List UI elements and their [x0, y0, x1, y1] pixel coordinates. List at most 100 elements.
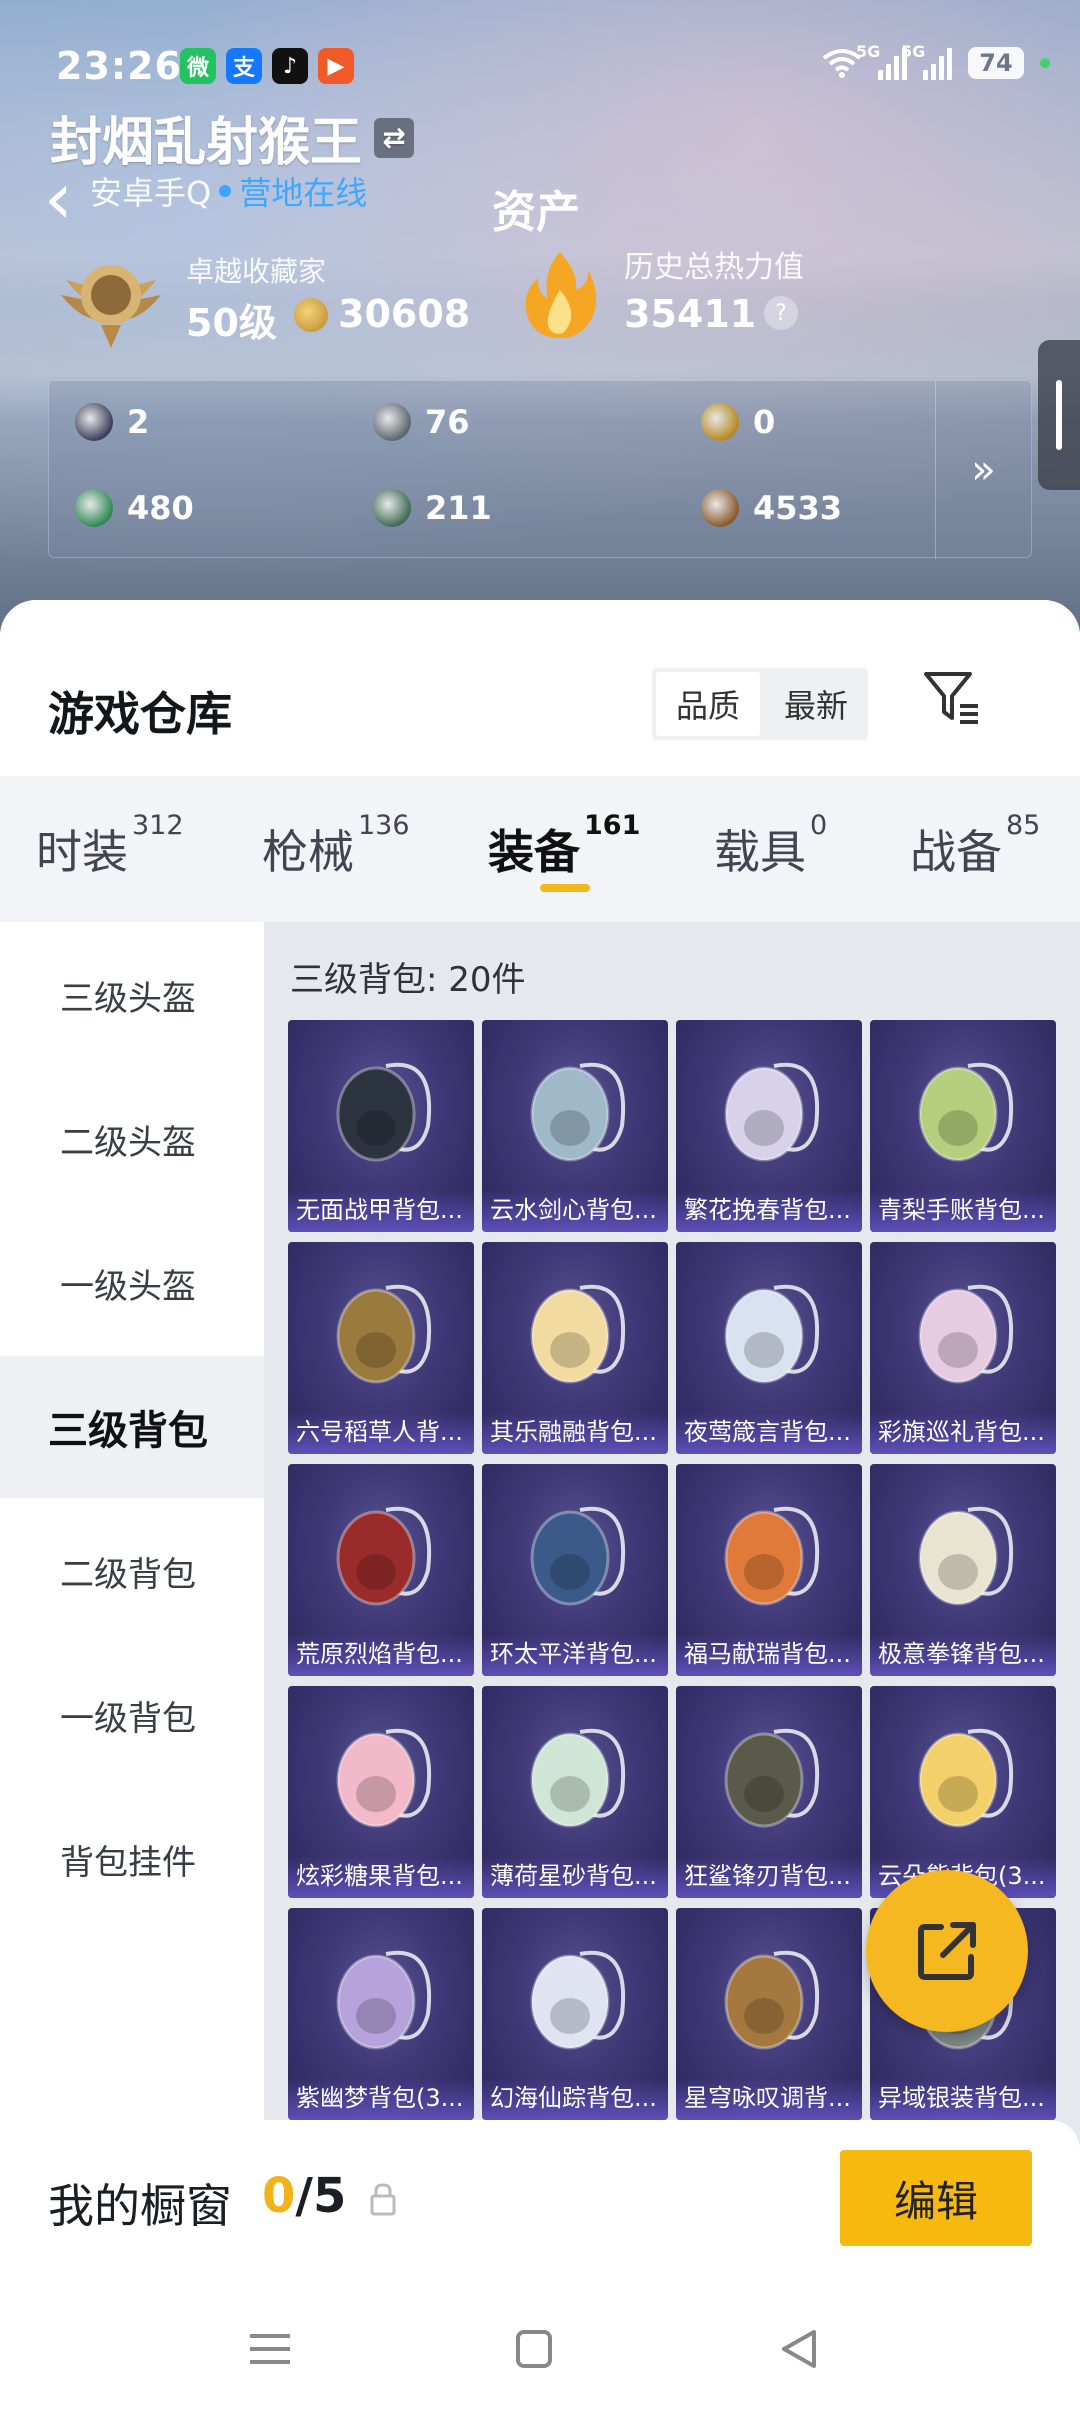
- item-name: 星穹咏叹调背...: [676, 2078, 862, 2120]
- asset-icon: [75, 489, 113, 527]
- asset-item[interactable]: 211: [373, 489, 492, 527]
- backpack-item-card[interactable]: 福马献瑞背包...: [676, 1464, 862, 1676]
- switch-account-icon[interactable]: ⇄: [374, 117, 415, 158]
- menu-icon[interactable]: [240, 2324, 300, 2374]
- asset-summary-panel: 2 76 0 480 211 4533 »: [48, 380, 1032, 559]
- app-notification-icon: 支: [226, 48, 262, 84]
- coin-icon: [294, 298, 328, 332]
- collector-stat: 卓越收藏家 50级 30608: [56, 240, 476, 360]
- more-assets-button[interactable]: »: [935, 381, 1031, 559]
- sort-quality-button[interactable]: 品质: [656, 672, 760, 736]
- subcategory-item[interactable]: 三级背包: [0, 1356, 264, 1498]
- backpack-icon: [724, 1284, 819, 1384]
- sort-toggle: 品质 最新: [652, 668, 868, 740]
- flame-icon: [525, 252, 597, 338]
- group-title: 三级背包: 20件: [290, 960, 526, 1000]
- backpack-icon: [530, 1284, 625, 1384]
- subcategory-item[interactable]: 三级头盔: [0, 924, 264, 1066]
- backpack-icon: [724, 1950, 819, 2050]
- notification-icons: 微支 ♪ ▶: [180, 48, 354, 84]
- backpack-item-card[interactable]: 六号稻草人背...: [288, 1242, 474, 1454]
- subcategory-item[interactable]: 一级背包: [0, 1644, 264, 1786]
- heat-label: 历史总热力值: [624, 250, 804, 285]
- share-icon: [918, 1922, 976, 1980]
- username: 封烟乱射猴王 ⇄: [50, 100, 415, 175]
- tab-guns[interactable]: 枪械 136: [262, 810, 410, 882]
- heat-value: 35411: [624, 292, 757, 336]
- username-text: 封烟乱射猴王: [50, 113, 363, 173]
- tab-supplies[interactable]: 战备 85: [910, 810, 1040, 882]
- backpack-item-card[interactable]: 荒原烈焰背包...: [288, 1464, 474, 1676]
- backpack-icon: [336, 1728, 431, 1828]
- item-name: 极意拳锋背包...: [870, 1634, 1056, 1676]
- item-name: 环太平洋背包...: [482, 1634, 668, 1676]
- subcategory-item[interactable]: 二级背包: [0, 1500, 264, 1642]
- backpack-item-card[interactable]: 无面战甲背包...: [288, 1020, 474, 1232]
- filter-icon[interactable]: [920, 666, 984, 730]
- asset-icon: [701, 403, 739, 441]
- share-button[interactable]: [866, 1870, 1028, 2032]
- backpack-item-card[interactable]: 青梨手账背包...: [870, 1020, 1056, 1232]
- backpack-item-card[interactable]: 云水剑心背包...: [482, 1020, 668, 1232]
- backpack-item-card[interactable]: 极意拳锋背包...: [870, 1464, 1056, 1676]
- item-name: 荒原烈焰背包...: [288, 1634, 474, 1676]
- app-notification-icon: ▶: [318, 48, 354, 84]
- asset-value: 480: [127, 489, 194, 527]
- system-navigation-bar: [0, 2280, 1080, 2412]
- tab-vehicles[interactable]: 载具 0: [714, 810, 827, 882]
- backpack-item-card[interactable]: 幻海仙踪背包...: [482, 1908, 668, 2120]
- backpack-item-card[interactable]: 炫彩糖果背包...: [288, 1686, 474, 1898]
- backpack-item-card[interactable]: 夜莺箴言背包...: [676, 1242, 862, 1454]
- subcategory-item[interactable]: 二级头盔: [0, 1068, 264, 1210]
- asset-item[interactable]: 0: [701, 403, 775, 441]
- asset-item[interactable]: 2: [75, 403, 149, 441]
- back-icon[interactable]: [770, 2324, 830, 2374]
- item-name: 云水剑心背包...: [482, 1190, 668, 1232]
- privacy-indicator-icon: [1040, 58, 1050, 68]
- collector-label: 卓越收藏家: [186, 255, 327, 288]
- app-notification-icon: 微: [180, 48, 216, 84]
- tab-fashion[interactable]: 时装 312: [36, 810, 184, 882]
- asset-icon: [701, 489, 739, 527]
- help-icon[interactable]: ?: [764, 296, 798, 330]
- side-drawer-handle[interactable]: [1038, 340, 1080, 490]
- asset-value: 76: [425, 403, 470, 441]
- sort-newest-button[interactable]: 最新: [764, 668, 868, 740]
- asset-item[interactable]: 76: [373, 403, 470, 441]
- item-name: 炫彩糖果背包...: [288, 1856, 474, 1898]
- backpack-icon: [918, 1728, 1013, 1828]
- tab-equipment[interactable]: 装备 161: [488, 810, 640, 882]
- asset-item[interactable]: 4533: [701, 489, 842, 527]
- backpack-item-card[interactable]: 紫幽梦背包(3...: [288, 1908, 474, 2120]
- backpack-item-card[interactable]: 薄荷星砂背包...: [482, 1686, 668, 1898]
- subcategory-item[interactable]: 背包挂件: [0, 1788, 264, 1930]
- collector-level: 50级: [186, 301, 277, 345]
- asset-icon: [75, 403, 113, 441]
- backpack-item-card[interactable]: 繁花挽春背包...: [676, 1020, 862, 1232]
- backpack-item-card[interactable]: 狂鲨锋刃背包...: [676, 1686, 862, 1898]
- asset-item[interactable]: 480: [75, 489, 194, 527]
- platform-status: 安卓手Q 营地在线: [50, 168, 367, 214]
- item-name: 薄荷星砂背包...: [482, 1856, 668, 1898]
- backpack-icon: [336, 1506, 431, 1606]
- item-name: 繁花挽春背包...: [676, 1190, 862, 1232]
- backpack-icon: [336, 1950, 431, 2050]
- backpack-icon: [724, 1506, 819, 1606]
- backpack-item-card[interactable]: 环太平洋背包...: [482, 1464, 668, 1676]
- app-notification-icon: ♪: [272, 48, 308, 84]
- backpack-item-card[interactable]: 星穹咏叹调背...: [676, 1908, 862, 2120]
- item-name: 其乐融融背包...: [482, 1412, 668, 1454]
- item-name: 彩旗巡礼背包...: [870, 1412, 1056, 1454]
- asset-header: 23:26 微支 ♪ ▶ 5G 5G 74 封烟乱射猴王 ⇄ ‹ 安卓手Q 营地…: [0, 0, 1080, 640]
- home-icon[interactable]: [504, 2324, 564, 2374]
- backpack-item-card[interactable]: 其乐融融背包...: [482, 1242, 668, 1454]
- edit-button[interactable]: 编辑: [840, 2150, 1032, 2246]
- collector-medal-icon: [61, 265, 161, 348]
- backpack-item-card[interactable]: 云朵熊背包(3...: [870, 1686, 1056, 1898]
- backpack-icon: [336, 1062, 431, 1162]
- item-name: 夜莺箴言背包...: [676, 1412, 862, 1454]
- subcategory-item[interactable]: 一级头盔: [0, 1212, 264, 1354]
- item-name: 无面战甲背包...: [288, 1190, 474, 1232]
- item-name: 狂鲨锋刃背包...: [676, 1856, 862, 1898]
- backpack-item-card[interactable]: 彩旗巡礼背包...: [870, 1242, 1056, 1454]
